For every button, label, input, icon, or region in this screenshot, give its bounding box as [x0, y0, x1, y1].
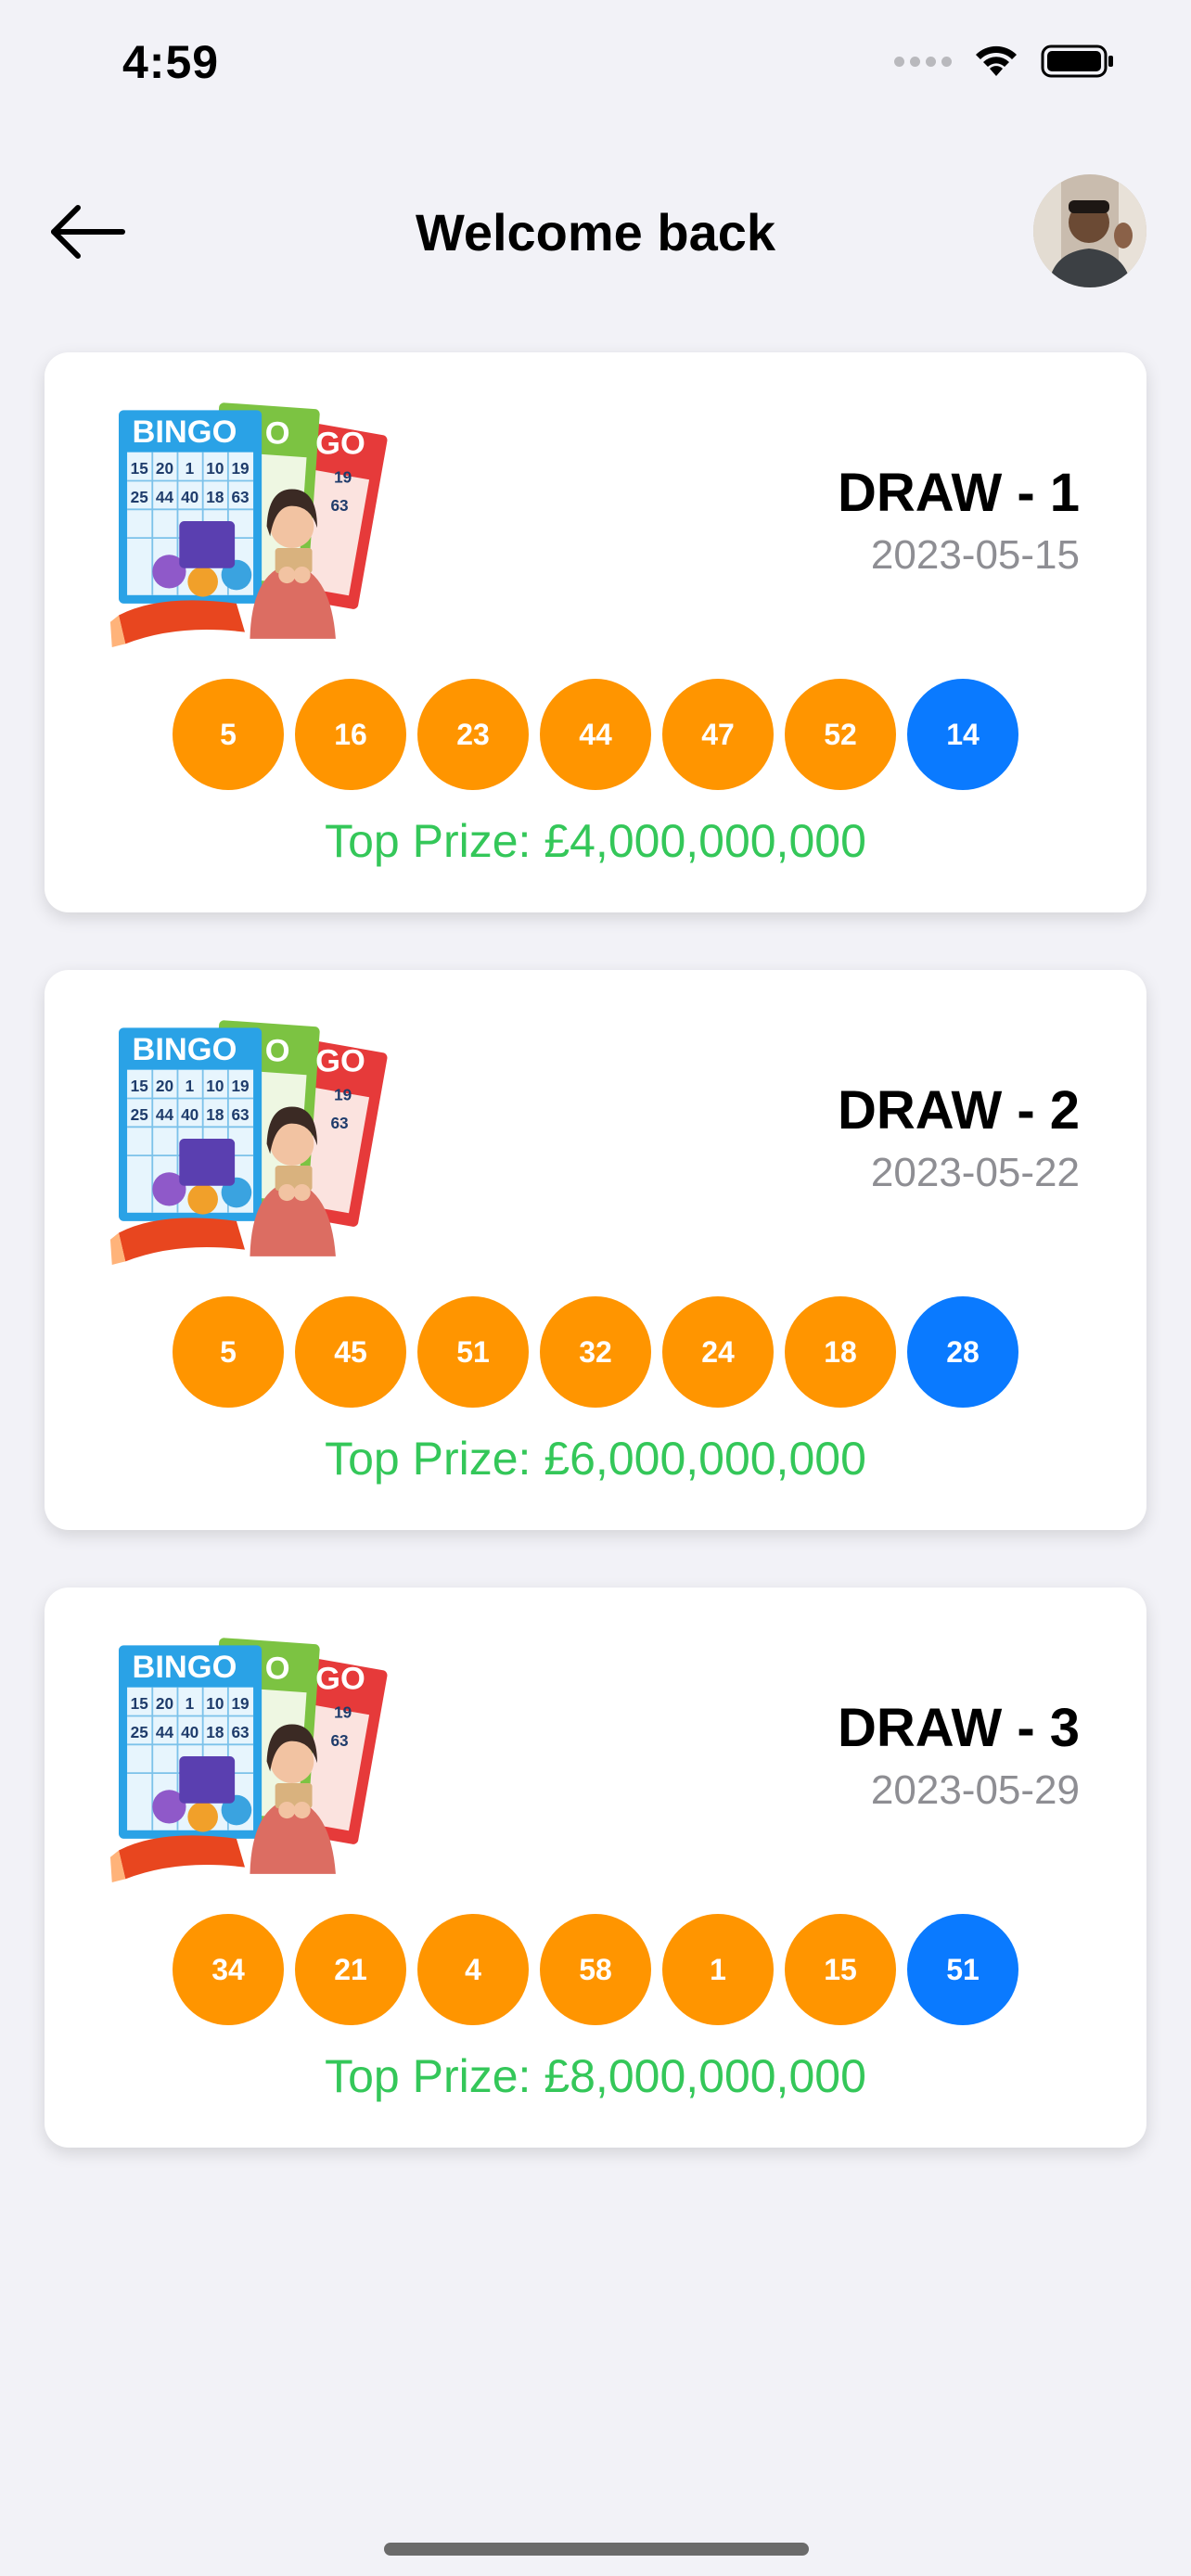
ticket-number: 25 [131, 1105, 149, 1124]
ticket-number: 40 [181, 1105, 198, 1124]
profile-photo-icon [1033, 174, 1146, 287]
ticket-number: 25 [131, 488, 149, 506]
ticket-number: 63 [330, 496, 348, 515]
ticket-number: 19 [231, 459, 249, 478]
ticket-number: 44 [156, 1723, 174, 1741]
ticket-number: 19 [334, 1085, 352, 1103]
ticket-number: 19 [231, 1077, 249, 1095]
ticket-number: 10 [206, 459, 224, 478]
ticket-title: BINGO [133, 1032, 237, 1067]
status-time: 4:59 [122, 36, 220, 88]
number-ball: 58 [540, 1914, 651, 2025]
draw-card[interactable]: BINGO O GO 15 20 1 10 19 25 44 40 18 63 … [45, 352, 1146, 912]
bingo-illustration: BINGO O GO 15 20 1 10 19 25 44 40 18 63 … [96, 1013, 393, 1266]
winning-numbers: 5 16 23 44 47 52 14 [45, 679, 1146, 790]
ticket-behind-letter: O [265, 1034, 290, 1069]
draw-date: 2023-05-15 [870, 532, 1080, 578]
ticket-number: 18 [206, 1723, 224, 1741]
ticket-number: 1 [186, 1077, 195, 1095]
ticket-behind-letter: O [265, 416, 290, 452]
number-ball: 47 [662, 679, 774, 790]
page-title: Welcome back [415, 203, 776, 261]
ticket-number: 40 [181, 488, 198, 506]
draw-card[interactable]: BINGO O GO 15 20 1 10 19 25 44 40 18 63 … [45, 1588, 1146, 2148]
number-ball: 52 [785, 679, 896, 790]
top-prize: Top Prize: £4,000,000,000 [325, 815, 866, 867]
ticket-behind-letter: O [265, 1651, 290, 1687]
bingo-illustration: BINGO O GO 15 20 1 10 19 25 44 40 18 63 … [96, 1630, 393, 1883]
ticket-number: 10 [206, 1694, 224, 1713]
cellular-signal-icon [894, 56, 952, 67]
ticket-number: 63 [330, 1114, 348, 1132]
number-ball: 32 [540, 1296, 651, 1408]
wifi-icon [976, 45, 1017, 76]
ticket-number: 63 [330, 1731, 348, 1750]
ticket-title: BINGO [133, 414, 237, 450]
number-ball: 23 [417, 679, 529, 790]
bingo-tickets-icon: BINGO O GO 15 20 1 10 19 25 44 40 18 63 … [109, 1019, 390, 1266]
ticket-behind-letters: GO [315, 1043, 365, 1078]
ticket-number: 1 [186, 1694, 195, 1713]
ticket-number: 1 [186, 459, 195, 478]
number-ball: 4 [417, 1914, 529, 2025]
bingo-illustration: BINGO O GO 15 20 1 10 19 25 44 40 18 63 … [96, 395, 393, 648]
ticket-behind-letters: GO [315, 1661, 365, 1696]
winning-numbers: 5 45 51 32 24 18 28 [45, 1296, 1146, 1408]
ticket-number: 20 [156, 459, 173, 478]
ticket-number: 15 [131, 459, 149, 478]
draw-card[interactable]: BINGO O GO 15 20 1 10 19 25 44 40 18 63 … [45, 970, 1146, 1530]
ticket-number: 19 [231, 1694, 249, 1713]
number-ball: 16 [295, 679, 406, 790]
number-ball: 18 [785, 1296, 896, 1408]
top-prize: Top Prize: £8,000,000,000 [325, 2050, 866, 2102]
draw-date: 2023-05-22 [870, 1150, 1080, 1195]
ticket-number: 44 [156, 1105, 174, 1124]
ticket-number: 63 [231, 1105, 249, 1124]
winning-numbers: 34 21 4 58 1 15 51 [45, 1914, 1146, 2025]
status-bar: 4:59 [0, 0, 1191, 130]
draw-title: DRAW - 3 [838, 1698, 1080, 1758]
ticket-number: 44 [156, 488, 174, 506]
draw-title: DRAW - 2 [838, 1080, 1080, 1141]
number-ball: 44 [540, 679, 651, 790]
number-ball: 5 [173, 679, 284, 790]
ticket-number: 19 [334, 1702, 352, 1721]
bingo-tickets-icon: BINGO O GO 15 20 1 10 19 25 44 40 18 63 … [109, 402, 390, 648]
ticket-number: 15 [131, 1694, 149, 1713]
number-ball: 45 [295, 1296, 406, 1408]
bonus-ball: 28 [907, 1296, 1018, 1408]
ticket-number: 25 [131, 1723, 149, 1741]
top-prize: Top Prize: £6,000,000,000 [325, 1433, 866, 1485]
ticket-number: 63 [231, 488, 249, 506]
draw-date: 2023-05-29 [870, 1767, 1080, 1813]
number-ball: 21 [295, 1914, 406, 2025]
bonus-ball: 14 [907, 679, 1018, 790]
ticket-number: 20 [156, 1077, 173, 1095]
avatar[interactable] [1033, 174, 1146, 287]
number-ball: 34 [173, 1914, 284, 2025]
battery-icon [1041, 45, 1113, 78]
number-ball: 1 [662, 1914, 774, 2025]
draw-list: BINGO O GO 15 20 1 10 19 25 44 40 18 63 … [45, 352, 1146, 2205]
ticket-number: 20 [156, 1694, 173, 1713]
ticket-number: 18 [206, 1105, 224, 1124]
ticket-behind-letters: GO [315, 426, 365, 461]
number-ball: 51 [417, 1296, 529, 1408]
nav-bar: Welcome back [0, 148, 1191, 315]
ticket-number: 18 [206, 488, 224, 506]
ticket-number: 40 [181, 1723, 198, 1741]
ticket-number: 63 [231, 1723, 249, 1741]
ticket-number: 10 [206, 1077, 224, 1095]
number-ball: 5 [173, 1296, 284, 1408]
bingo-tickets-icon: BINGO O GO 15 20 1 10 19 25 44 40 18 63 … [109, 1637, 390, 1883]
ticket-title: BINGO [133, 1650, 237, 1685]
bonus-ball: 51 [907, 1914, 1018, 2025]
ticket-number: 15 [131, 1077, 149, 1095]
number-ball: 15 [785, 1914, 896, 2025]
number-ball: 24 [662, 1296, 774, 1408]
ticket-number: 19 [334, 467, 352, 486]
status-icons [894, 43, 1115, 80]
draw-title: DRAW - 1 [838, 463, 1080, 523]
home-indicator[interactable] [384, 2543, 809, 2556]
